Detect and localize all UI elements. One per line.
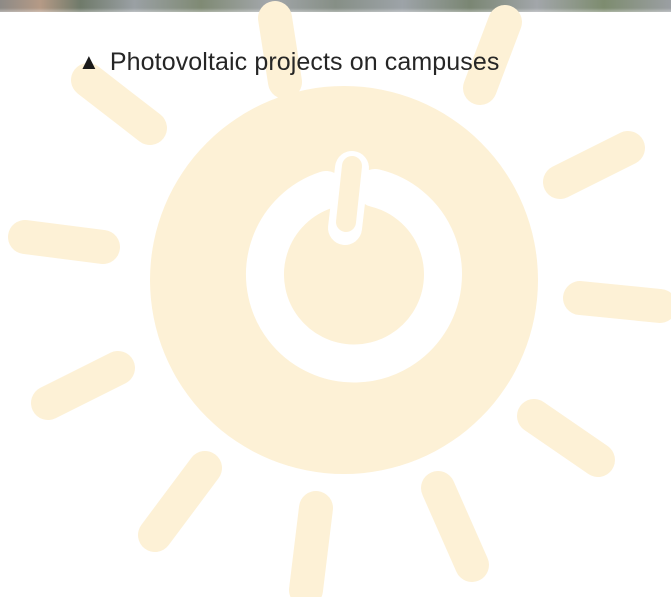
sun-ray [8, 220, 120, 264]
caption-text: Photovoltaic projects on campuses [109, 47, 500, 76]
sun-ray [31, 351, 135, 420]
photo-caption: ▲ Photovoltaic projects on campuses [78, 42, 500, 82]
sun-power-icon [8, 1, 671, 597]
sun-ray [563, 281, 671, 323]
sun-disc [150, 86, 538, 474]
sun-ray [517, 399, 615, 477]
sun-ray [421, 471, 489, 582]
page: ▲ Photovoltaic projects on campuses [0, 0, 671, 597]
triangle-up-icon: ▲ [78, 49, 100, 74]
sun-ray [138, 451, 222, 552]
power-stem-inner [336, 156, 362, 232]
sun-ray [289, 491, 333, 597]
sun-ray [543, 131, 645, 199]
sun-ray [71, 63, 167, 145]
